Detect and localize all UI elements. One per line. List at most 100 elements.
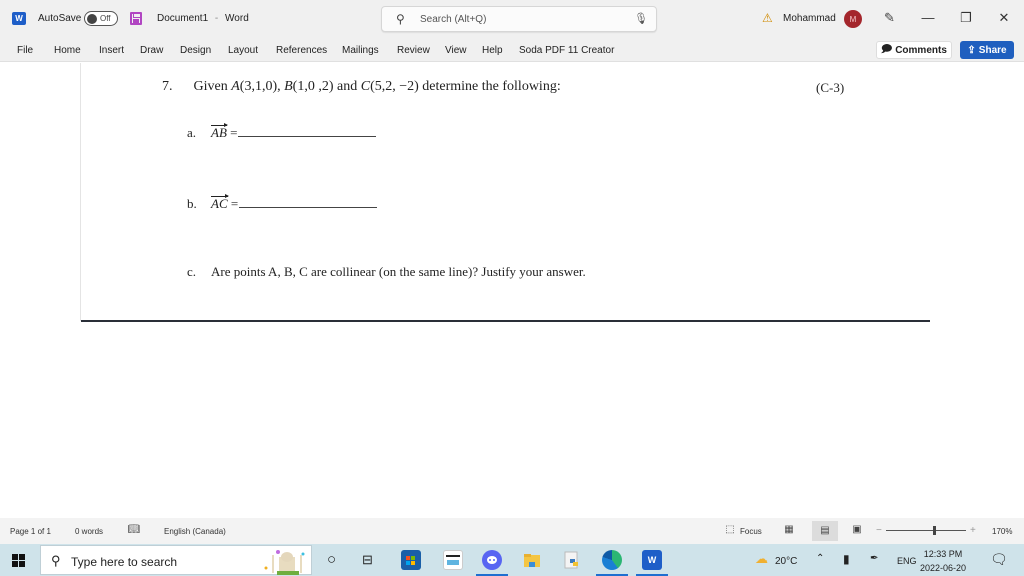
answer-blank-b <box>239 198 378 208</box>
vector-ac: AC <box>211 194 229 211</box>
tab-help[interactable]: Help <box>482 45 503 56</box>
designer-pen-icon[interactable]: ✎ <box>884 10 895 26</box>
point-a-coords: (3,1,0), <box>239 79 281 94</box>
tab-soda-pdf[interactable]: Soda PDF 11 Creator <box>519 45 614 56</box>
title-separator: - <box>214 13 219 24</box>
part-a-label: a. <box>187 125 197 140</box>
print-layout-icon[interactable]: ▤ <box>812 521 838 541</box>
focus-label[interactable]: Focus <box>740 527 762 536</box>
horizontal-rule <box>81 320 930 322</box>
discord-icon[interactable] <box>482 550 502 570</box>
minimize-button[interactable]: — <box>917 8 939 28</box>
input-language[interactable]: ENG <box>897 556 917 566</box>
part-c-label: c. <box>187 264 197 279</box>
part-b: b. AC = <box>187 194 378 212</box>
tab-layout[interactable]: Layout <box>228 45 258 56</box>
autosave-toggle[interactable]: Off <box>84 11 118 26</box>
user-name[interactable]: Mohammad <box>783 13 836 24</box>
file-explorer-icon[interactable] <box>522 550 542 570</box>
part-b-label: b. <box>187 196 197 211</box>
question-suffix: determine the following: <box>422 79 561 94</box>
title-bar: W AutoSave Off Document1 - Word ⚲ Search… <box>0 0 1024 38</box>
restore-button[interactable]: ❐ <box>955 8 977 28</box>
point-b-coords: (1,0 ,2) <box>292 79 334 94</box>
vector-ab: AB <box>211 123 228 140</box>
save-icon[interactable] <box>130 12 142 25</box>
zoom-level[interactable]: 170% <box>992 527 1012 536</box>
language-status[interactable]: English (Canada) <box>164 527 226 536</box>
search-placeholder: Search (Alt+Q) <box>420 14 487 25</box>
point-c-label: C <box>360 79 371 94</box>
point-a-label: A <box>231 79 240 94</box>
zoom-slider-track[interactable] <box>886 530 966 531</box>
question-7: 7. Given A(3,1,0), B(1,0 ,2) and C(5,2, … <box>162 79 561 95</box>
zoom-in-button[interactable]: + <box>970 525 976 536</box>
notification-center-icon[interactable]: 🗨︎ <box>990 551 1008 568</box>
search-box[interactable]: ⚲ Search (Alt+Q) 🎙︎ <box>381 6 657 32</box>
warning-icon[interactable]: ⚠ <box>762 11 773 25</box>
part-c: c. Are points A, B, C are collinear (on t… <box>187 264 586 280</box>
word-app-icon[interactable]: W <box>12 12 26 25</box>
avatar[interactable]: M <box>844 10 862 28</box>
comments-button[interactable]: 🗩 Comments <box>876 41 952 59</box>
status-bar: Page 1 of 1 0 words 📖︎ English (Canada) … <box>0 518 1024 544</box>
equals-sign: = <box>230 196 239 211</box>
microsoft-store-icon[interactable] <box>401 550 421 570</box>
tab-insert[interactable]: Insert <box>99 45 124 56</box>
taskbar-search-placeholder: Type here to search <box>71 555 178 569</box>
page-margin-edge <box>80 63 81 321</box>
search-highlight-art-icon <box>264 550 305 575</box>
web-layout-icon[interactable]: ▣ <box>846 524 868 538</box>
show-hidden-icons-chevron-up-icon[interactable]: ⌃ <box>816 553 824 564</box>
point-b-label: B <box>284 79 293 94</box>
close-button[interactable]: ✕ <box>993 8 1015 28</box>
tab-references[interactable]: References <box>276 45 327 56</box>
word-count[interactable]: 0 words <box>75 527 103 536</box>
tab-review[interactable]: Review <box>397 45 430 56</box>
edge-browser-icon[interactable] <box>602 550 622 570</box>
clock-date: 2022-06-20 <box>920 563 967 573</box>
microphone-icon[interactable]: ▮ <box>843 552 850 566</box>
python-file-icon[interactable] <box>562 550 582 570</box>
amazon-icon[interactable] <box>443 550 463 570</box>
document-canvas[interactable] <box>0 63 1024 518</box>
tab-view[interactable]: View <box>445 45 467 56</box>
task-view-icon[interactable]: ⊟ <box>362 552 373 568</box>
autosave-state: Off <box>100 14 111 23</box>
question-code: (C-3) <box>816 80 845 95</box>
ribbon-tabs: File Home Insert Draw Design Layout Refe… <box>0 38 1024 62</box>
toggle-knob <box>87 14 97 24</box>
taskbar-search-box[interactable]: ⚲ Type here to search <box>40 545 312 575</box>
question-number: 7. <box>162 79 173 94</box>
tab-file[interactable]: File <box>17 45 33 56</box>
tab-design[interactable]: Design <box>180 45 211 56</box>
search-icon: ⚲ <box>396 12 405 26</box>
autosave-label: AutoSave <box>38 13 82 24</box>
proofing-book-icon[interactable]: 📖︎ <box>123 524 145 538</box>
cortana-icon[interactable]: ○ <box>327 551 336 568</box>
clock-time: 12:33 PM <box>923 549 963 559</box>
tab-mailings[interactable]: Mailings <box>342 45 379 56</box>
share-icon: ⇪ <box>967 44 976 56</box>
weather-temperature[interactable]: 20°C <box>775 556 797 567</box>
tab-home[interactable]: Home <box>54 45 81 56</box>
windows-start-icon[interactable] <box>12 554 25 567</box>
read-mode-icon[interactable]: ▦ <box>778 524 800 538</box>
word-taskbar-icon[interactable]: W <box>642 550 662 570</box>
focus-icon[interactable]: ⬚ <box>724 524 736 538</box>
microphone-icon[interactable]: 🎙︎ <box>634 12 648 25</box>
page-count[interactable]: Page 1 of 1 <box>10 527 51 536</box>
zoom-slider-thumb[interactable] <box>933 526 936 535</box>
zoom-out-button[interactable]: − <box>876 525 882 536</box>
app-name: Word <box>225 13 249 24</box>
question-prefix: Given <box>193 79 228 94</box>
document-title: Document1 - Word <box>157 13 249 24</box>
comment-icon: 🗩 <box>881 43 893 55</box>
answer-blank-a <box>238 127 377 137</box>
tab-draw[interactable]: Draw <box>140 45 163 56</box>
pen-workspace-icon[interactable]: ✒ <box>870 553 878 564</box>
taskbar-clock[interactable]: 12:33 PM 2022-06-20 <box>920 547 966 575</box>
part-a: a. AB = <box>187 123 377 141</box>
share-button[interactable]: ⇪ Share <box>960 41 1014 59</box>
weather-icon[interactable]: ☁ <box>755 551 768 567</box>
